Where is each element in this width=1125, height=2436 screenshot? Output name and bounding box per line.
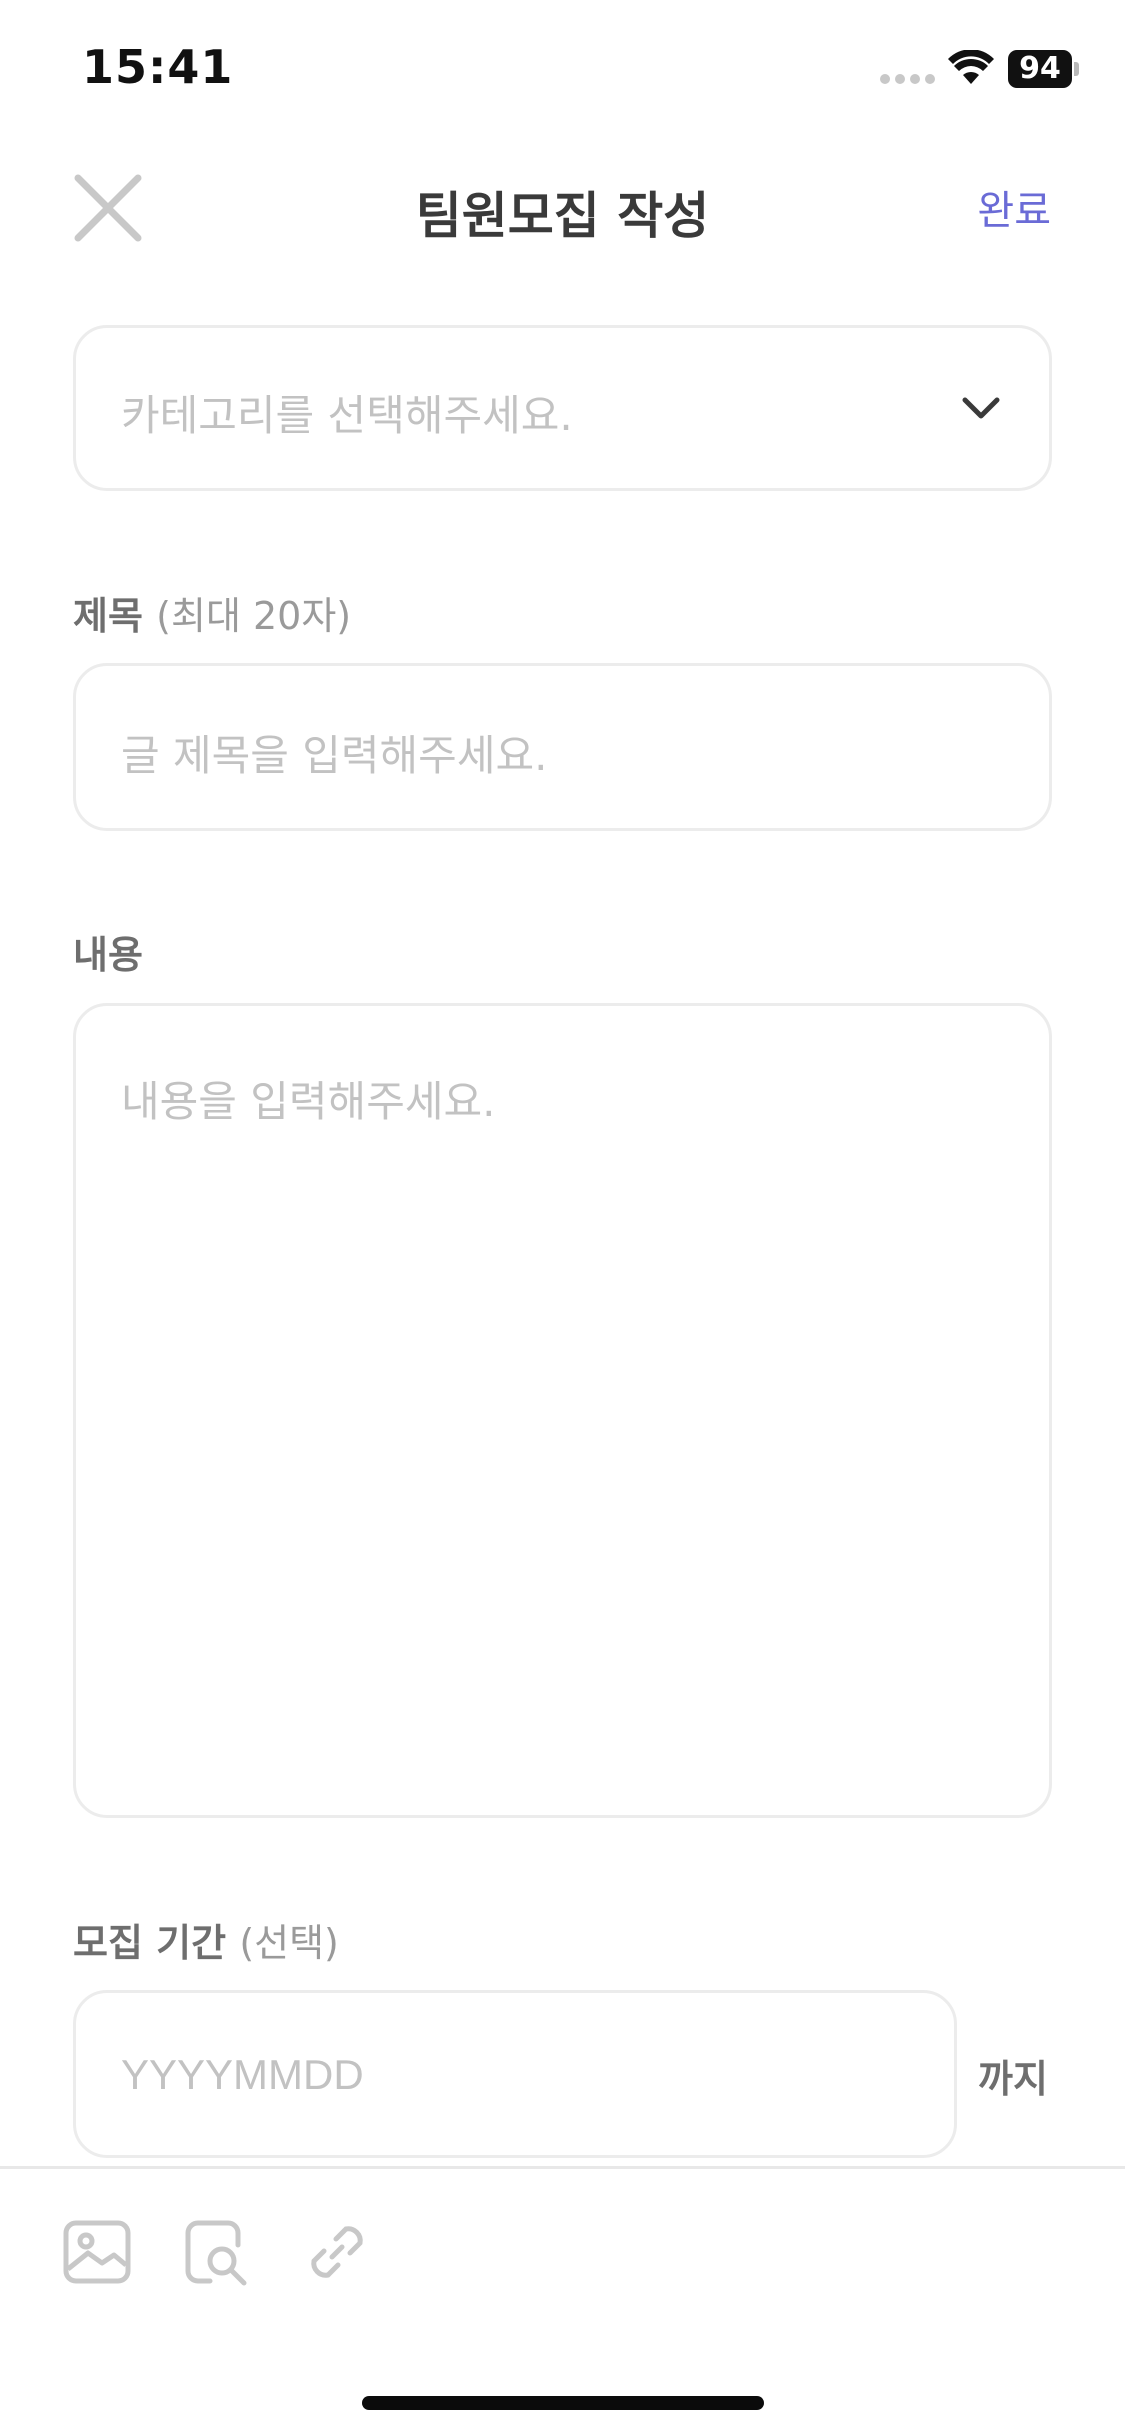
done-button[interactable]: 완료 [977,178,1051,236]
link-icon[interactable] [302,2217,372,2287]
status-time: 15:41 [82,40,234,94]
title-label-hint: (최대 20자) [156,594,352,638]
battery-icon: 94 [1008,50,1072,88]
period-placeholder: YYYYMMDD [121,2051,364,2098]
content-placeholder: 내용을 입력해주세요. [121,1077,496,1126]
period-label: 모집 기간 (선택) [73,1912,339,1967]
content-textarea[interactable]: 내용을 입력해주세요. [73,1003,1052,1818]
chevron-down-icon [962,397,1000,419]
period-suffix: 까지 [978,2057,1048,2101]
header: 팀원모집 작성 완료 [0,150,1125,260]
title-placeholder: 글 제목을 입력해주세요. [121,731,548,780]
bottom-toolbar [0,2169,1125,2319]
battery-cap [1074,62,1079,76]
category-select[interactable]: 카테고리를 선택해주세요. [73,325,1052,491]
content-label: 내용 [73,933,143,977]
period-label-text: 모집 기간 [73,1921,227,1965]
signal-dots-icon [880,74,936,86]
search-document-icon[interactable] [182,2217,252,2287]
page-title: 팀원모집 작성 [415,187,710,245]
status-bar: 15:41 94 [0,0,1125,140]
period-label-hint: (선택) [239,1921,339,1965]
title-label: 제목 (최대 20자) [73,585,351,640]
wifi-icon [948,50,994,84]
title-input[interactable]: 글 제목을 입력해주세요. [73,663,1052,831]
period-date-input[interactable]: YYYYMMDD [73,1990,957,2158]
image-icon[interactable] [62,2217,132,2287]
home-indicator [362,2396,764,2410]
category-placeholder: 카테고리를 선택해주세요. [121,391,573,440]
title-label-text: 제목 [73,594,143,638]
